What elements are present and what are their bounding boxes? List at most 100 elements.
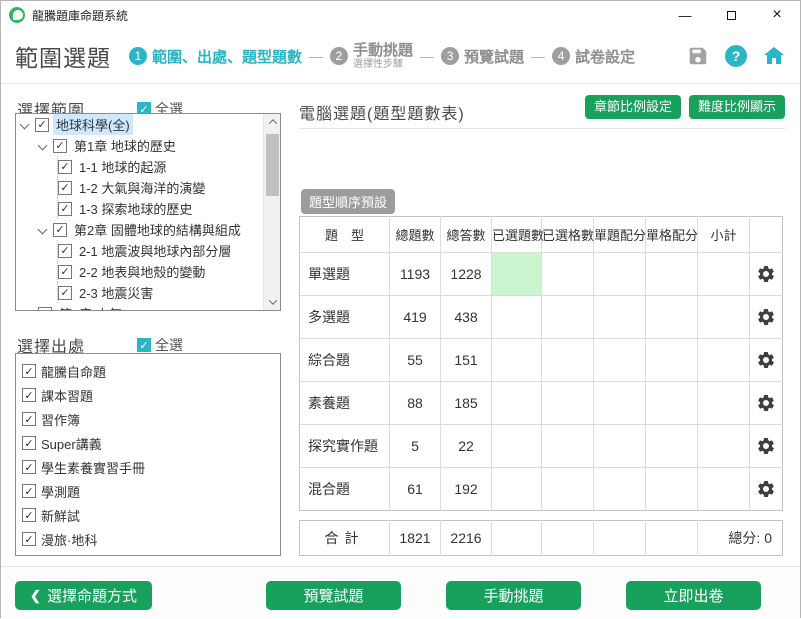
- tree-checkbox[interactable]: ✓: [58, 265, 72, 279]
- source-select-all-checkbox[interactable]: ✓: [137, 338, 151, 352]
- scroll-up-icon[interactable]: [264, 114, 281, 130]
- tree-checkbox[interactable]: ✓: [53, 223, 67, 237]
- difficulty-ratio-button[interactable]: 難度比例顯示: [689, 95, 785, 119]
- chapter-ratio-button[interactable]: 章節比例設定: [585, 95, 681, 119]
- tree-checkbox[interactable]: [38, 307, 52, 311]
- tree-scrollbar[interactable]: [263, 114, 280, 310]
- source-checkbox[interactable]: ✓: [22, 460, 36, 474]
- row-settings-gear-icon[interactable]: [750, 425, 783, 468]
- tree-item-section[interactable]: ✓ 2-1 地震波與地球內部分層: [16, 240, 263, 261]
- selected-blanks-cell[interactable]: [542, 468, 594, 511]
- tree-checkbox[interactable]: ✓: [58, 286, 72, 300]
- tree-item-chapter[interactable]: ✓ 第2章 固體地球的結構與組成: [16, 219, 263, 240]
- source-checkbox[interactable]: ✓: [22, 364, 36, 378]
- selected-blanks-cell[interactable]: [542, 382, 594, 425]
- minimize-button[interactable]: —: [662, 1, 708, 29]
- tree-item-label[interactable]: 1-3 探索地球的歷史: [76, 198, 195, 219]
- score-per-question-cell[interactable]: [594, 468, 646, 511]
- selected-blanks-cell[interactable]: [542, 253, 594, 296]
- score-per-blank-cell[interactable]: [646, 468, 698, 511]
- score-per-question-cell[interactable]: [594, 296, 646, 339]
- selected-questions-input[interactable]: [492, 339, 542, 382]
- score-per-blank-cell[interactable]: [646, 253, 698, 296]
- generate-paper-button[interactable]: 立即出卷: [626, 581, 761, 610]
- source-item[interactable]: ✓ 習作簿: [22, 407, 274, 431]
- score-per-blank-cell[interactable]: [646, 382, 698, 425]
- row-settings-gear-icon[interactable]: [750, 382, 783, 425]
- tree-item-root[interactable]: ✓ 地球科學(全): [16, 114, 263, 135]
- tree-checkbox[interactable]: ✓: [58, 160, 72, 174]
- tree-item-label[interactable]: 2-3 地震災害: [76, 282, 156, 303]
- tree-item-section[interactable]: ✓ 2-2 地表與地殼的變動: [16, 261, 263, 282]
- selected-questions-input[interactable]: [492, 425, 542, 468]
- close-button[interactable]: ×: [754, 1, 800, 29]
- score-per-blank-cell[interactable]: [646, 425, 698, 468]
- source-item[interactable]: ✓ 龍騰自命題: [22, 359, 274, 383]
- tree-item-section[interactable]: ✓ 1-3 探索地球的歷史: [16, 198, 263, 219]
- back-to-method-button[interactable]: ❮ 選擇命題方式: [15, 581, 152, 610]
- save-icon[interactable]: [686, 44, 710, 68]
- row-settings-gear-icon[interactable]: [750, 339, 783, 382]
- selected-questions-input[interactable]: [492, 296, 542, 339]
- collapse-chevron-icon[interactable]: [38, 141, 48, 151]
- manual-pick-button[interactable]: 手動挑題: [446, 581, 581, 610]
- step-3[interactable]: 3 預覽試題: [441, 46, 524, 67]
- collapse-chevron-icon[interactable]: [20, 120, 30, 130]
- score-per-question-cell[interactable]: [594, 382, 646, 425]
- selected-questions-input[interactable]: [492, 382, 542, 425]
- tree-item-label[interactable]: 第1章 地球的歷史: [71, 135, 179, 156]
- row-settings-gear-icon[interactable]: [750, 253, 783, 296]
- selected-blanks-cell[interactable]: [542, 296, 594, 339]
- maximize-button[interactable]: [708, 1, 754, 29]
- tree-item-label[interactable]: 2-1 地震波與地球內部分層: [76, 240, 234, 261]
- source-item[interactable]: ✓ 課本習題: [22, 383, 274, 407]
- score-per-blank-cell[interactable]: [646, 296, 698, 339]
- tree-checkbox[interactable]: ✓: [58, 202, 72, 216]
- source-select-all[interactable]: ✓ 全選: [137, 335, 183, 355]
- source-item[interactable]: ✓ 學生素養實習手冊: [22, 455, 274, 479]
- score-per-question-cell[interactable]: [594, 425, 646, 468]
- scrollbar-thumb[interactable]: [266, 134, 279, 196]
- selected-blanks-cell[interactable]: [542, 425, 594, 468]
- selected-questions-input[interactable]: [492, 468, 542, 511]
- score-per-question-cell[interactable]: [594, 339, 646, 382]
- tree-checkbox[interactable]: ✓: [58, 244, 72, 258]
- row-settings-gear-icon[interactable]: [750, 296, 783, 339]
- source-item[interactable]: ✓ 漫旅·地科: [22, 527, 274, 551]
- tree-item-label[interactable]: 1-2 大氣與海洋的演變: [76, 177, 208, 198]
- step-2[interactable]: 2 手動挑題 選擇性步驟: [330, 43, 413, 70]
- tree-item-chapter-clipped[interactable]: 第3章 大氣: [16, 303, 263, 310]
- tree-item-label[interactable]: 第2章 固體地球的結構與組成: [71, 219, 244, 240]
- tree-item-label[interactable]: 1-1 地球的起源: [76, 156, 169, 177]
- help-icon[interactable]: ?: [724, 44, 748, 68]
- selected-blanks-cell[interactable]: [542, 339, 594, 382]
- source-checkbox[interactable]: ✓: [22, 484, 36, 498]
- tree-item-chapter[interactable]: ✓ 第1章 地球的歷史: [16, 135, 263, 156]
- source-item[interactable]: ✓ 新鮮試: [22, 503, 274, 527]
- source-checkbox[interactable]: ✓: [22, 436, 36, 450]
- scroll-down-icon[interactable]: [264, 294, 281, 310]
- tree-checkbox[interactable]: ✓: [35, 118, 49, 132]
- tree-item-section[interactable]: ✓ 2-3 地震災害: [16, 282, 263, 303]
- tree-item-label[interactable]: 地球科學(全): [53, 114, 133, 135]
- tree-checkbox[interactable]: ✓: [58, 181, 72, 195]
- question-order-tag[interactable]: 題型順序預設: [301, 189, 395, 214]
- tree-item-section[interactable]: ✓ 1-1 地球的起源: [16, 156, 263, 177]
- score-per-blank-cell[interactable]: [646, 339, 698, 382]
- tree-item-section[interactable]: ✓ 1-2 大氣與海洋的演變: [16, 177, 263, 198]
- score-per-question-cell[interactable]: [594, 253, 646, 296]
- tree-item-label[interactable]: 第3章 大氣: [56, 303, 125, 310]
- step-4[interactable]: 4 試卷設定: [552, 46, 635, 67]
- collapse-chevron-icon[interactable]: [38, 225, 48, 235]
- selected-questions-input[interactable]: [492, 253, 542, 296]
- source-checkbox[interactable]: ✓: [22, 388, 36, 402]
- source-checkbox[interactable]: ✓: [22, 412, 36, 426]
- home-icon[interactable]: [762, 44, 786, 68]
- source-checkbox[interactable]: ✓: [22, 508, 36, 522]
- tree-item-label[interactable]: 2-2 地表與地殼的變動: [76, 261, 208, 282]
- source-item[interactable]: ✓ Super講義: [22, 431, 274, 455]
- step-1[interactable]: 1 範圍、出處、題型題數: [129, 46, 302, 67]
- row-settings-gear-icon[interactable]: [750, 468, 783, 511]
- preview-questions-button[interactable]: 預覽試題: [266, 581, 401, 610]
- source-item[interactable]: ✓ 學測題: [22, 479, 274, 503]
